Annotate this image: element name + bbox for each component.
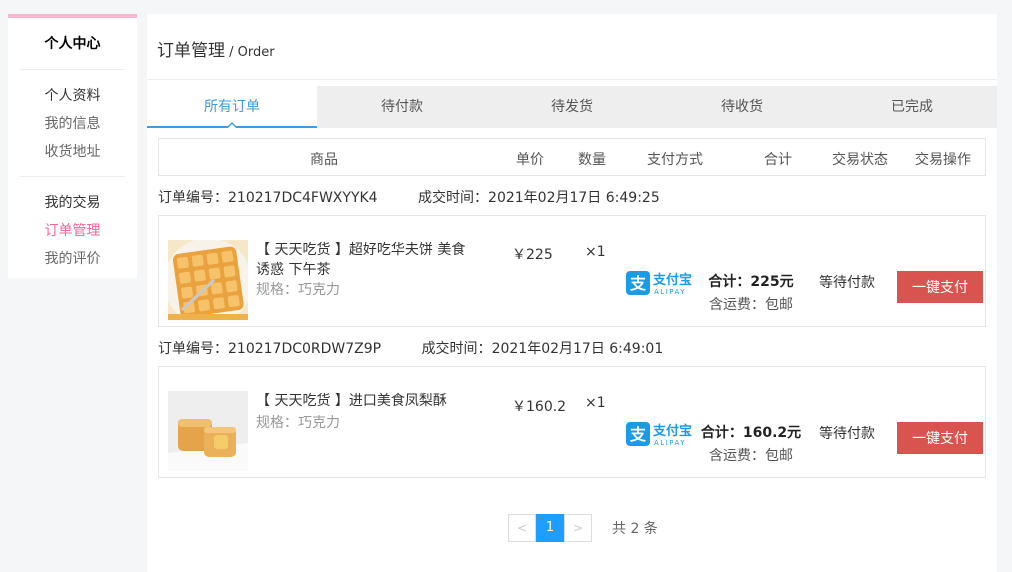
- total-amount: 合计：225元: [708, 274, 794, 290]
- product-image-pineapple-cake[interactable]: [168, 391, 248, 471]
- order-number: 210217DC4FWXYYK4: [228, 190, 378, 206]
- sidebar-item-my-info[interactable]: 我的信息: [20, 110, 125, 138]
- alipay-icon: 支 支付宝 ALIPAY: [626, 421, 694, 447]
- product-name[interactable]: 【 天天吃货 】进口美食凤梨酥: [256, 391, 466, 411]
- order-number-label: 订单编号：: [158, 341, 228, 357]
- order-status: 等待付款: [819, 275, 875, 291]
- tab-pending-receipt[interactable]: 待收货: [657, 86, 827, 128]
- col-total: 合计: [764, 152, 792, 168]
- col-qty: 数量: [578, 152, 606, 168]
- active-caret: [226, 122, 238, 129]
- order-time: 2021年02月17日 6:49:25: [488, 190, 660, 206]
- sidebar-title: 个人中心: [20, 18, 125, 70]
- col-payment: 支付方式: [647, 152, 703, 168]
- col-price: 单价: [516, 152, 544, 168]
- col-product: 商品: [310, 152, 338, 168]
- page-title: 订单管理: [157, 41, 225, 61]
- sidebar-item-orders[interactable]: 订单管理: [20, 217, 125, 245]
- waffle-image: [168, 240, 248, 320]
- quantity: ×1: [585, 244, 606, 260]
- product-image-waffle[interactable]: [168, 240, 248, 320]
- prev-page-button[interactable]: <: [508, 514, 536, 542]
- total-amount: 合计：160.2元: [700, 425, 802, 441]
- order-meta: 订单编号：210217DC0RDW7Z9P 成交时间：2021年02月17日 6…: [158, 338, 663, 358]
- col-action: 交易操作: [915, 152, 971, 168]
- product-spec: 规格：巧克力: [256, 415, 340, 431]
- tab-completed[interactable]: 已完成: [827, 86, 997, 128]
- alipay-icon: 支 支付宝 ALIPAY: [626, 270, 694, 296]
- order-total: 合计：160.2元 含运费：包邮: [691, 422, 811, 465]
- order-time-label: 成交时间：: [418, 190, 489, 206]
- tab-all-orders[interactable]: 所有订单: [147, 86, 317, 129]
- page-1-button[interactable]: 1: [536, 514, 564, 542]
- order-number: 210217DC0RDW7Z9P: [228, 341, 382, 357]
- unit-price: ￥225: [512, 247, 553, 263]
- main-panel: 订单管理 / Order 所有订单 待付款 待发货 待收货 已完成 商品 单价 …: [147, 14, 997, 572]
- pagination: < 1 > 共 2 条: [508, 514, 658, 542]
- sidebar-item-reviews[interactable]: 我的评价: [20, 245, 125, 273]
- sidebar-item-address[interactable]: 收货地址: [20, 138, 125, 166]
- alipay-logo: 支 支付宝 ALIPAY: [626, 422, 692, 447]
- sidebar-item-my-trades[interactable]: 我的交易: [20, 189, 125, 217]
- quantity: ×1: [585, 395, 606, 411]
- order-meta: 订单编号：210217DC4FWXYYK4 成交时间：2021年02月17日 6…: [158, 187, 660, 207]
- page-header: 订单管理 / Order: [147, 14, 997, 80]
- svg-text:支付宝: 支付宝: [652, 272, 692, 288]
- pineapple-cake-image: [168, 391, 248, 471]
- sidebar-group-profile: 个人资料 我的信息 收货地址: [20, 70, 125, 177]
- sidebar-item-profile[interactable]: 个人资料: [20, 82, 125, 110]
- tab-label: 所有订单: [204, 99, 260, 115]
- sidebar: 个人中心 个人资料 我的信息 收货地址 我的交易 订单管理 我的评价: [8, 14, 137, 278]
- col-status: 交易状态: [832, 152, 888, 168]
- order-row: 【 天天吃货 】进口美食凤梨酥 规格：巧克力 ￥160.2 ×1 支 支付宝 A…: [158, 366, 986, 478]
- svg-text:支: 支: [629, 425, 647, 444]
- pay-now-button[interactable]: 一键支付: [897, 271, 983, 303]
- column-header: 商品 单价 数量 支付方式 合计 交易状态 交易操作: [158, 138, 986, 176]
- sidebar-group-trade: 我的交易 订单管理 我的评价: [20, 177, 125, 283]
- svg-text:ALIPAY: ALIPAY: [654, 439, 686, 447]
- page-subtitle: / Order: [229, 45, 275, 60]
- pay-now-button[interactable]: 一键支付: [897, 422, 983, 454]
- next-page-button[interactable]: >: [564, 514, 592, 542]
- unit-price: ￥160.2: [512, 399, 567, 415]
- svg-text:支付宝: 支付宝: [652, 423, 692, 439]
- product-spec: 规格：巧克力: [256, 282, 340, 298]
- order-tabs: 所有订单 待付款 待发货 待收货 已完成: [147, 86, 997, 129]
- alipay-logo: 支 支付宝 ALIPAY: [626, 271, 692, 296]
- total-count: 共 2 条: [612, 521, 658, 537]
- tab-pending-shipment[interactable]: 待发货: [487, 86, 657, 128]
- product-name[interactable]: 【 天天吃货 】超好吃华夫饼 美食诱惑 下午茶: [256, 240, 466, 280]
- svg-text:ALIPAY: ALIPAY: [654, 288, 686, 296]
- order-time-label: 成交时间：: [421, 341, 492, 357]
- order-status: 等待付款: [819, 426, 875, 442]
- shipping-fee: 含运费：包邮: [709, 297, 793, 313]
- order-number-label: 订单编号：: [158, 190, 228, 206]
- shipping-fee: 含运费：包邮: [709, 448, 793, 464]
- tab-pending-payment[interactable]: 待付款: [317, 86, 487, 128]
- order-time: 2021年02月17日 6:49:01: [491, 341, 664, 357]
- svg-text:支: 支: [629, 274, 647, 293]
- order-total: 合计：225元 含运费：包邮: [691, 271, 811, 314]
- order-row: 【 天天吃货 】超好吃华夫饼 美食诱惑 下午茶 规格：巧克力 ￥225 ×1 支…: [158, 215, 986, 327]
